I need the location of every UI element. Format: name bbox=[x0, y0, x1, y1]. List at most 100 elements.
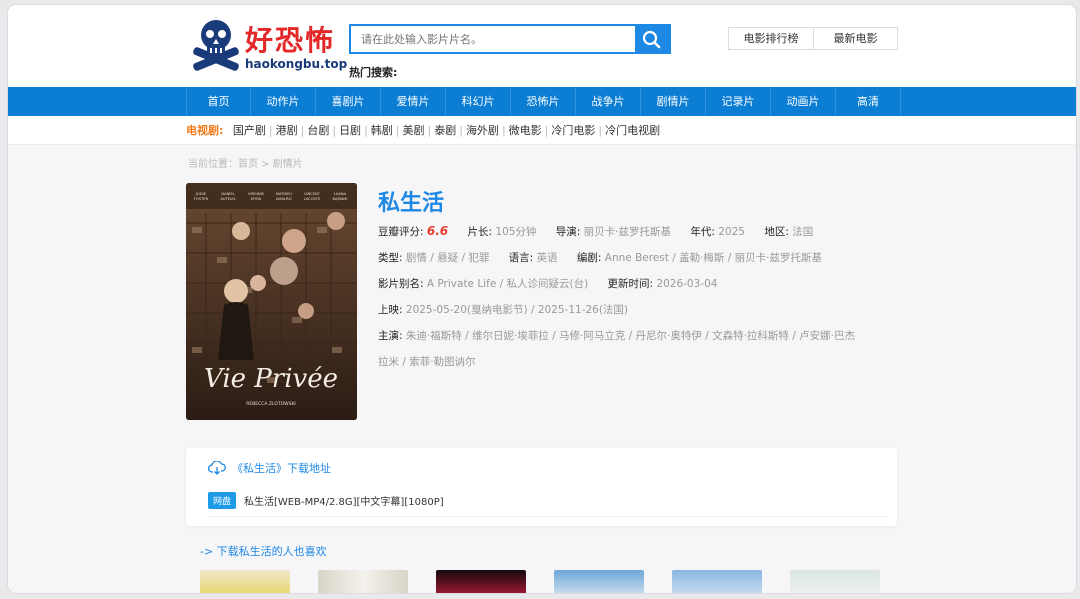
search-box bbox=[349, 24, 671, 54]
nav-item-0[interactable]: 首页 bbox=[186, 87, 251, 116]
separator: | bbox=[395, 124, 400, 137]
rating-value: 6.6 bbox=[426, 224, 449, 238]
region-value[interactable]: 法国 bbox=[792, 226, 813, 238]
related-thumb[interactable] bbox=[790, 570, 880, 593]
tv-item-6[interactable]: 泰剧 bbox=[434, 124, 456, 137]
svg-text:AUTEUIL: AUTEUIL bbox=[220, 197, 235, 201]
writer-label: 编剧: bbox=[576, 252, 602, 264]
related-thumb[interactable] bbox=[200, 570, 290, 593]
info-row-1: 豆瓣评分: 6.6 片长: 105分钟 导演: 丽贝卡·兹罗托斯基 年代: 20… bbox=[378, 224, 813, 239]
type-label: 类型: bbox=[378, 252, 403, 264]
tv-item-3[interactable]: 日剧 bbox=[339, 124, 361, 137]
search-icon bbox=[642, 30, 661, 49]
type-value[interactable]: 剧情 / 悬疑 / 犯罪 bbox=[406, 252, 489, 264]
svg-text:LUANA: LUANA bbox=[334, 192, 347, 196]
ranking-link[interactable]: 电影排行榜 bbox=[729, 28, 813, 49]
related-thumb[interactable] bbox=[318, 570, 408, 593]
download-panel: 《私生活》下载地址 网盘 私生活[WEB-MP4/2.8G][中文字幕][108… bbox=[186, 448, 897, 526]
site-header: 好恐怖 haokongbu.top 热门搜索: 电影排行榜 最新电影 bbox=[8, 5, 1076, 87]
separator: | bbox=[598, 124, 603, 137]
skull-crossbones-icon bbox=[193, 20, 239, 71]
aka-value: A Private Life / 私人诊间疑云(台) bbox=[426, 278, 589, 290]
separator: | bbox=[544, 124, 549, 137]
svg-text:AMALRIC: AMALRIC bbox=[276, 197, 293, 201]
updated-label: 更新时间: bbox=[607, 278, 654, 290]
hot-search-label: 热门搜索: bbox=[349, 66, 398, 79]
netdisk-badge: 网盘 bbox=[208, 492, 237, 509]
cast-value-line2[interactable]: 拉米 / 索菲·勒图讷尔 bbox=[378, 356, 476, 368]
svg-text:EFIRA: EFIRA bbox=[251, 197, 262, 201]
svg-text:BAJRAMI: BAJRAMI bbox=[333, 197, 348, 201]
search-button[interactable] bbox=[635, 26, 669, 52]
nav-item-4[interactable]: 科幻片 bbox=[446, 87, 511, 116]
poster-title-text: Vie Privée bbox=[204, 364, 338, 394]
related-thumb[interactable] bbox=[554, 570, 644, 593]
tv-item-8[interactable]: 微电影 bbox=[509, 124, 542, 137]
tv-item-0[interactable]: 国产剧 bbox=[233, 124, 266, 137]
related-thumb[interactable] bbox=[672, 570, 762, 593]
length-label: 片长: bbox=[467, 226, 493, 238]
site-logo[interactable]: 好恐怖 haokongbu.top bbox=[188, 17, 347, 75]
info-row-6: 拉米 / 索菲·勒图讷尔 bbox=[378, 354, 476, 369]
tv-item-9[interactable]: 冷门电影 bbox=[551, 124, 595, 137]
language-label: 语言: bbox=[508, 252, 534, 264]
tv-item-1[interactable]: 港剧 bbox=[276, 124, 298, 137]
year-label: 年代: bbox=[690, 226, 715, 238]
download-item[interactable]: 网盘 私生活[WEB-MP4/2.8G][中文字幕][1080P] bbox=[208, 492, 444, 509]
svg-text:VIRGINIE: VIRGINIE bbox=[248, 192, 265, 196]
svg-text:LACOSTE: LACOSTE bbox=[304, 197, 321, 201]
svg-text:DANIEL: DANIEL bbox=[221, 192, 234, 196]
tv-item-2[interactable]: 台剧 bbox=[307, 124, 329, 137]
related-thumbnails bbox=[200, 570, 880, 593]
separator: | bbox=[459, 124, 463, 137]
year-value[interactable]: 2025 bbox=[718, 226, 745, 238]
download-file-link[interactable]: 私生活[WEB-MP4/2.8G][中文字幕][1080P] bbox=[244, 493, 444, 508]
director-label: 导演: bbox=[555, 226, 581, 238]
writer-value[interactable]: Anne Berest / 盖勒·梅斯 / 丽贝卡·兹罗托斯基 bbox=[605, 252, 822, 264]
region-label: 地区: bbox=[764, 226, 789, 238]
main-nav: 首页 动作片 喜剧片 爱情片 科幻片 恐怖片 战争片 剧情片 记录片 动画片 高清 bbox=[8, 87, 1076, 116]
cast-label: 主演: bbox=[378, 330, 403, 342]
nav-item-5[interactable]: 恐怖片 bbox=[511, 87, 576, 116]
release-label: 上映: bbox=[378, 304, 403, 316]
top-links: 电影排行榜 最新电影 bbox=[728, 27, 898, 50]
latest-movies-link[interactable]: 最新电影 bbox=[813, 28, 897, 49]
nav-item-2[interactable]: 喜剧片 bbox=[316, 87, 381, 116]
related-thumb[interactable] bbox=[436, 570, 526, 593]
info-row-3: 影片别名: A Private Life / 私人诊间疑云(台) 更新时间: 2… bbox=[378, 276, 717, 291]
nav-item-1[interactable]: 动作片 bbox=[251, 87, 316, 116]
svg-text:VINCENT: VINCENT bbox=[304, 192, 321, 196]
tv-item-10[interactable]: 冷门电视剧 bbox=[605, 124, 660, 137]
breadcrumb: 当前位置：首页 > 剧情片 bbox=[188, 159, 303, 170]
search-input[interactable] bbox=[351, 26, 636, 52]
svg-text:JODIE: JODIE bbox=[195, 192, 207, 196]
separator: | bbox=[501, 124, 506, 137]
nav-item-6[interactable]: 战争片 bbox=[576, 87, 641, 116]
movie-title: 私生活 bbox=[378, 191, 445, 216]
info-row-5: 主演: 朱迪·福斯特 / 维尔日妮·埃菲拉 / 马修·阿马立克 / 丹尼尔·奥特… bbox=[378, 328, 855, 343]
separator: | bbox=[300, 124, 305, 137]
language-value: 英语 bbox=[536, 252, 558, 264]
director-value[interactable]: 丽贝卡·兹罗托斯基 bbox=[584, 226, 671, 238]
release-value: 2025-05-20(戛纳电影节) / 2025-11-26(法国) bbox=[405, 304, 629, 316]
download-heading-text: 《私生活》下载地址 bbox=[232, 462, 331, 475]
divider bbox=[208, 516, 887, 517]
nav-item-10[interactable]: 高清 bbox=[836, 87, 901, 116]
length-value: 105分钟 bbox=[495, 226, 537, 238]
cloud-download-icon bbox=[208, 461, 226, 475]
updated-value: 2026-03-04 bbox=[656, 278, 718, 290]
also-like-heading: -> 下载私生活的人也喜欢 bbox=[200, 545, 327, 558]
tv-label: 电视剧: bbox=[186, 124, 224, 137]
tv-item-4[interactable]: 韩剧 bbox=[371, 124, 393, 137]
cast-value-line1[interactable]: 朱迪·福斯特 / 维尔日妮·埃菲拉 / 马修·阿马立克 / 丹尼尔·奥特伊 / … bbox=[406, 330, 855, 342]
rating-label: 豆瓣评分: bbox=[378, 226, 424, 238]
aka-label: 影片别名: bbox=[378, 278, 424, 290]
nav-item-7[interactable]: 剧情片 bbox=[641, 87, 706, 116]
tv-item-5[interactable]: 美剧 bbox=[403, 124, 425, 137]
nav-item-3[interactable]: 爱情片 bbox=[381, 87, 446, 116]
tv-item-7[interactable]: 海外剧 bbox=[466, 124, 499, 137]
separator: | bbox=[332, 124, 337, 137]
svg-text:MATHIEU: MATHIEU bbox=[276, 192, 293, 196]
nav-item-8[interactable]: 记录片 bbox=[706, 87, 771, 116]
nav-item-9[interactable]: 动画片 bbox=[771, 87, 836, 116]
